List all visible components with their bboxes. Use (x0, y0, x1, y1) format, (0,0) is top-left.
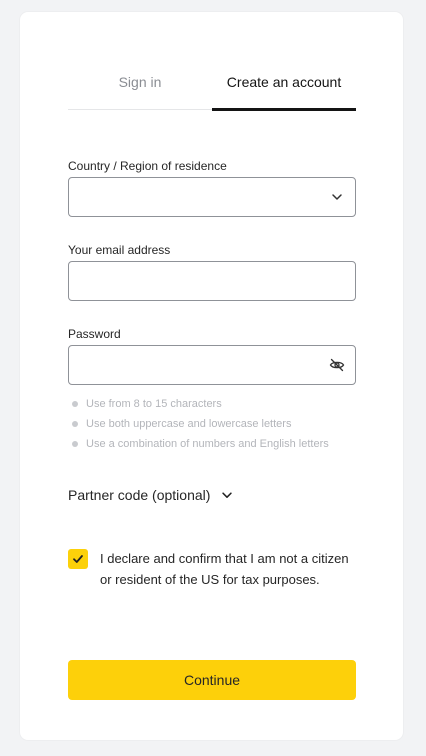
chevron-down-icon (332, 194, 342, 200)
password-input[interactable] (69, 346, 309, 384)
continue-button[interactable]: Continue (68, 660, 356, 700)
declaration-checkbox[interactable] (68, 549, 88, 569)
checkmark-icon (73, 555, 83, 563)
signup-card: Sign in Create an account Country / Regi… (20, 12, 403, 740)
bullet-icon (72, 401, 78, 407)
eye-off-icon[interactable] (329, 357, 345, 373)
chevron-down-icon (222, 492, 233, 498)
partner-code-toggle[interactable]: Partner code (optional) (68, 487, 234, 503)
bullet-icon (72, 441, 78, 447)
country-label: Country / Region of residence (68, 159, 227, 173)
email-field[interactable] (68, 261, 356, 301)
password-rule: Use from 8 to 15 characters (68, 394, 329, 414)
auth-tabs: Sign in Create an account (68, 70, 356, 111)
bullet-icon (72, 421, 78, 427)
country-select[interactable] (68, 177, 356, 217)
password-field[interactable] (68, 345, 356, 385)
password-rule: Use both uppercase and lowercase letters (68, 414, 329, 434)
tab-create-account[interactable]: Create an account (212, 70, 356, 111)
partner-code-label: Partner code (optional) (68, 487, 211, 503)
email-input[interactable] (69, 262, 309, 300)
declaration-text: I declare and confirm that I am not a ci… (100, 551, 349, 587)
tab-sign-in[interactable]: Sign in (68, 70, 212, 109)
password-rules: Use from 8 to 15 characters Use both upp… (68, 394, 329, 454)
password-label: Password (68, 327, 121, 341)
password-rule: Use a combination of numbers and English… (68, 434, 329, 454)
email-label: Your email address (68, 243, 171, 257)
country-input[interactable] (69, 178, 309, 216)
